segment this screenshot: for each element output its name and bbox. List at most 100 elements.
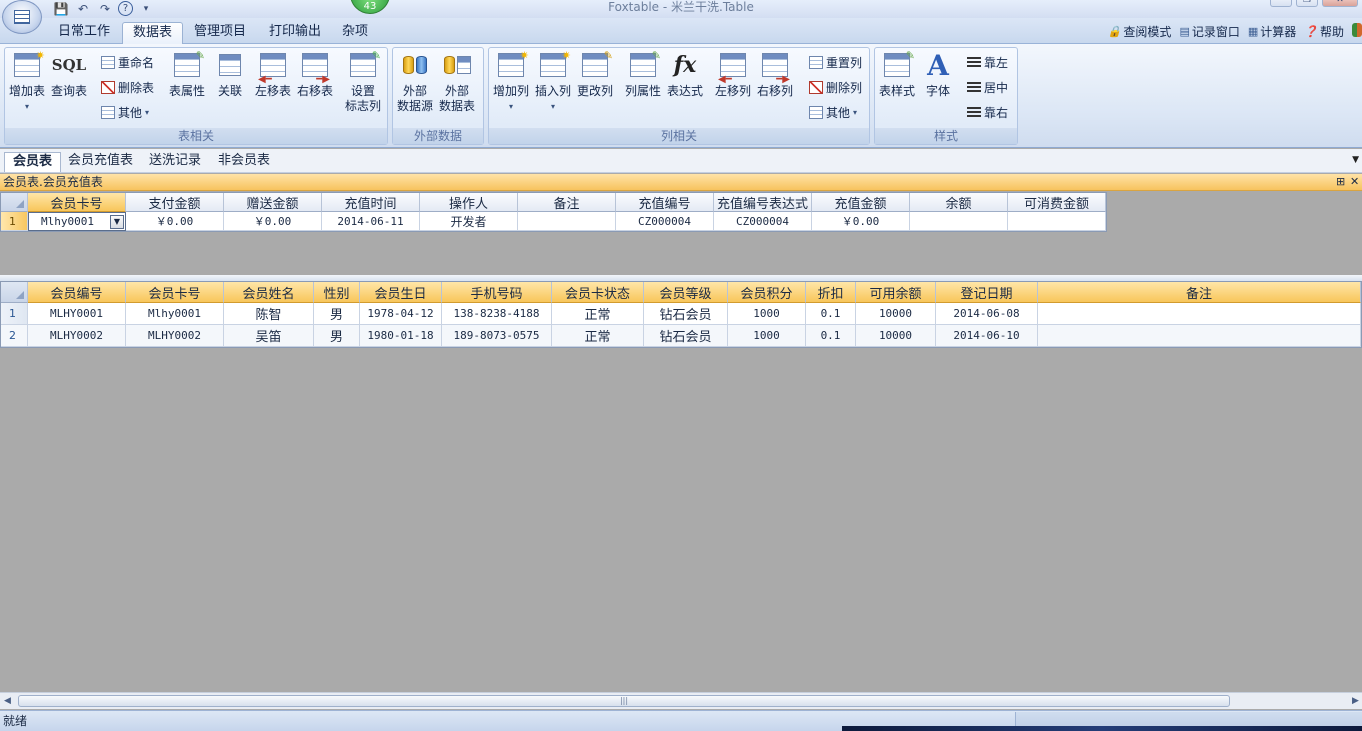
table-cell[interactable]: 10000 xyxy=(856,325,936,347)
insert-column-button[interactable]: ✷ 插入列 ▾ xyxy=(535,49,571,114)
recharge-col-header[interactable]: 会员卡号 xyxy=(28,193,126,212)
move-table-left-button[interactable]: ◀━ 左移表 xyxy=(255,50,291,99)
table-cell[interactable]: ￥0.00 xyxy=(224,212,322,231)
member-col-header[interactable]: 会员卡状态 xyxy=(552,282,644,303)
table-cell[interactable] xyxy=(1038,303,1361,325)
table-cell[interactable]: 2014-06-10 xyxy=(936,325,1038,347)
table-row[interactable]: 1 Mlhy0001 ▼ ￥0.00 ￥0.00 2014-06-11 开发者 … xyxy=(1,212,1106,231)
member-col-header[interactable]: 会员编号 xyxy=(28,282,126,303)
member-col-header[interactable]: 性别 xyxy=(314,282,360,303)
tab-list-dropdown-icon[interactable]: ▼ xyxy=(1352,155,1359,165)
member-col-header[interactable]: 会员积分 xyxy=(728,282,806,303)
member-col-header[interactable]: 会员卡号 xyxy=(126,282,224,303)
member-col-header[interactable]: 会员等级 xyxy=(644,282,728,303)
member-col-header[interactable]: 登记日期 xyxy=(936,282,1038,303)
table-cell[interactable]: 1980-01-18 xyxy=(360,325,442,347)
row-number[interactable]: 2 xyxy=(1,325,28,347)
recharge-col-header[interactable]: 可消费金额 xyxy=(1008,193,1106,212)
table-cell[interactable]: 189-8073-0575 xyxy=(442,325,552,347)
doc-tab-members[interactable]: 会员表 xyxy=(4,152,62,172)
member-col-header[interactable]: 折扣 xyxy=(806,282,856,303)
member-col-header[interactable]: 可用余额 xyxy=(856,282,936,303)
delete-table-button[interactable]: 删除表 xyxy=(101,78,154,96)
column-properties-button[interactable]: ✎ 列属性 xyxy=(625,49,661,99)
relation-button[interactable]: 关联 xyxy=(215,50,245,99)
move-column-right-button[interactable]: ━▶ 右移列 xyxy=(757,50,793,99)
table-cell[interactable]: 1000 xyxy=(728,303,806,325)
table-cell[interactable]: 吴笛 xyxy=(224,325,314,347)
delete-column-button[interactable]: 删除列 xyxy=(809,78,862,96)
align-right-button[interactable]: 靠右 xyxy=(967,103,1008,121)
table-cell[interactable]: 0.1 xyxy=(806,325,856,347)
rename-table-button[interactable]: 重命名 xyxy=(101,53,154,71)
table-cell[interactable]: MLHY0002 xyxy=(126,325,224,347)
grid-corner[interactable] xyxy=(1,193,28,212)
row-number[interactable]: 1 xyxy=(1,212,28,231)
people-icon[interactable] xyxy=(1352,23,1362,37)
chevron-down-icon[interactable]: ▼ xyxy=(110,214,124,229)
doc-tab-member-recharge[interactable]: 会员充值表 xyxy=(60,152,141,172)
table-cell[interactable]: 2014-06-08 xyxy=(936,303,1038,325)
table-style-button[interactable]: ✎ 表样式 xyxy=(879,49,915,99)
recharge-col-header[interactable]: 充值时间 xyxy=(322,193,420,212)
align-left-button[interactable]: 靠左 xyxy=(967,53,1008,71)
tab-misc[interactable]: 杂项 xyxy=(332,22,378,44)
table-cell[interactable]: 陈智 xyxy=(224,303,314,325)
table-cell[interactable] xyxy=(518,212,616,231)
close-window-button[interactable]: ✕ xyxy=(1322,0,1358,7)
table-cell[interactable]: 138-8238-4188 xyxy=(442,303,552,325)
grid-corner[interactable] xyxy=(1,282,28,303)
member-col-header[interactable]: 会员姓名 xyxy=(224,282,314,303)
recharge-col-header[interactable]: 操作人 xyxy=(420,193,518,212)
table-cell[interactable]: 男 xyxy=(314,325,360,347)
tab-manage-project[interactable]: 管理项目 xyxy=(184,22,256,44)
tab-data-table[interactable]: 数据表 xyxy=(122,22,184,44)
scroll-right-icon[interactable]: ▶ xyxy=(1352,696,1359,706)
external-source-button[interactable]: 外部 数据源 xyxy=(397,50,433,114)
maximize-button[interactable]: ❐ xyxy=(1296,0,1318,7)
horizontal-scrollbar[interactable]: ◀ ||| ▶ xyxy=(0,692,1362,709)
app-menu-button[interactable] xyxy=(2,0,42,34)
table-cell[interactable]: 男 xyxy=(314,303,360,325)
doc-tab-non-members[interactable]: 非会员表 xyxy=(210,152,278,172)
table-cell[interactable]: 钻石会员 xyxy=(644,325,728,347)
member-card-combo[interactable]: Mlhy0001 ▼ xyxy=(28,212,126,231)
minimize-button[interactable]: ─ xyxy=(1270,0,1292,7)
close-panel-icon[interactable]: ✕ xyxy=(1350,174,1359,190)
font-button[interactable]: A 字体 xyxy=(923,50,953,99)
recharge-col-header[interactable]: 支付金额 xyxy=(126,193,224,212)
table-other-button[interactable]: 其他 ▾ xyxy=(101,103,149,121)
table-cell[interactable] xyxy=(910,212,1008,231)
table-cell[interactable]: MLHY0001 xyxy=(28,303,126,325)
tab-print-output[interactable]: 打印输出 xyxy=(259,22,331,44)
column-other-button[interactable]: 其他 ▾ xyxy=(809,103,857,121)
query-table-button[interactable]: SQL 查询表 xyxy=(51,50,87,99)
table-row[interactable]: 2 MLHY0002 MLHY0002 吴笛 男 1980-01-18 189-… xyxy=(1,325,1361,347)
table-row[interactable]: 1 MLHY0001 Mlhy0001 陈智 男 1978-04-12 138-… xyxy=(1,303,1361,325)
table-cell[interactable]: 正常 xyxy=(552,325,644,347)
add-column-button[interactable]: ✷ 增加列 ▾ xyxy=(493,49,529,114)
scroll-thumb[interactable]: ||| xyxy=(18,695,1230,707)
doc-tab-laundry-records[interactable]: 送洗记录 xyxy=(141,152,209,172)
help-button[interactable]: ❓ 帮助 xyxy=(1304,23,1344,40)
table-cell[interactable]: 正常 xyxy=(552,303,644,325)
table-cell[interactable] xyxy=(1008,212,1106,231)
member-col-header[interactable]: 会员生日 xyxy=(360,282,442,303)
table-cell[interactable] xyxy=(1038,325,1361,347)
table-cell[interactable]: 钻石会员 xyxy=(644,303,728,325)
reset-column-button[interactable]: 重置列 xyxy=(809,53,862,71)
table-cell[interactable]: ￥0.00 xyxy=(812,212,910,231)
table-cell[interactable]: MLHY0002 xyxy=(28,325,126,347)
recharge-col-header[interactable]: 充值编号表达式 xyxy=(714,193,812,212)
member-col-header[interactable]: 备注 xyxy=(1038,282,1361,303)
table-cell[interactable]: 1978-04-12 xyxy=(360,303,442,325)
recharge-col-header[interactable]: 充值编号 xyxy=(616,193,714,212)
member-col-header[interactable]: 手机号码 xyxy=(442,282,552,303)
table-cell[interactable]: ￥0.00 xyxy=(126,212,224,231)
recharge-col-header[interactable]: 备注 xyxy=(518,193,616,212)
calculator-button[interactable]: ▦ 计算器 xyxy=(1248,23,1296,40)
expression-button[interactable]: fx 表达式 xyxy=(667,50,703,99)
move-column-left-button[interactable]: ◀━ 左移列 xyxy=(715,50,751,99)
set-flag-column-button[interactable]: ✎ 设置 标志列 xyxy=(345,49,381,114)
table-cell[interactable]: 2014-06-11 xyxy=(322,212,420,231)
